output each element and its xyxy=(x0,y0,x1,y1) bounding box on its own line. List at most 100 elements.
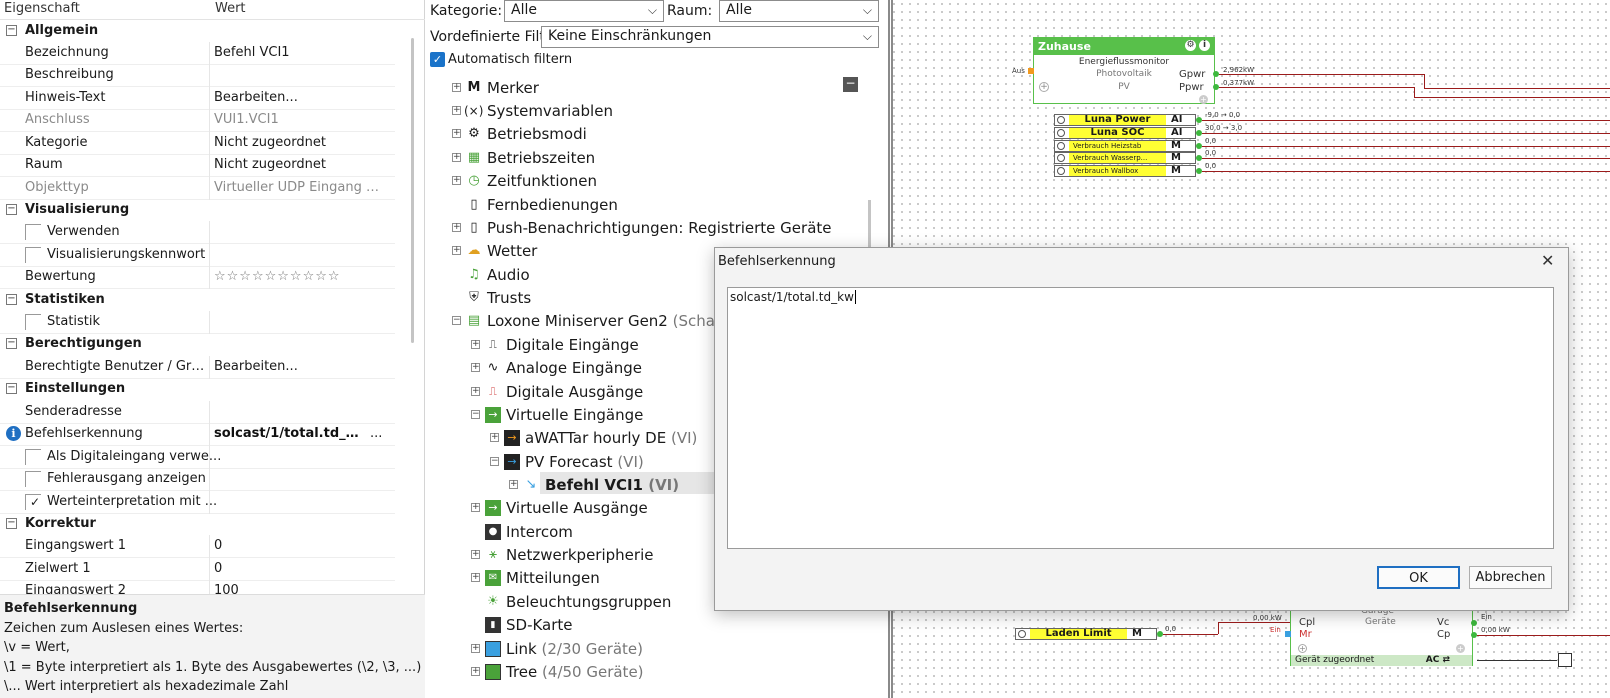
prop-row-statistik[interactable]: Statistik xyxy=(0,311,395,334)
prop-row-befehlserkennung[interactable]: i Befehlserkennung solcast/1/total.td_kw… xyxy=(0,423,395,446)
expand-icon[interactable]: + xyxy=(471,387,480,396)
property-scrollbar[interactable] xyxy=(411,38,414,343)
add-input-icon[interactable]: + xyxy=(1298,644,1307,653)
prop-value[interactable]: Bearbeiten... xyxy=(214,90,384,105)
expand-icon[interactable]: + xyxy=(471,550,480,559)
verwenden-checkbox[interactable] xyxy=(25,224,41,240)
rating-stars[interactable]: ☆☆☆☆☆☆☆☆☆☆ xyxy=(214,269,384,284)
expand-icon[interactable]: + xyxy=(471,667,480,676)
prop-row-hinweis[interactable]: Hinweis-Text Bearbeiten... xyxy=(0,87,395,110)
settings-icon[interactable]: ⚙ xyxy=(1185,40,1196,51)
fehlerausgang-checkbox[interactable] xyxy=(25,471,41,487)
expand-icon[interactable]: + xyxy=(452,153,461,162)
info-icon[interactable]: i xyxy=(1199,40,1210,51)
ok-button[interactable]: OK xyxy=(1377,566,1460,589)
raum-select[interactable]: Alle ⌵ xyxy=(719,0,879,22)
prop-row-verwenden[interactable]: Verwenden xyxy=(0,221,395,244)
kategorie-select[interactable]: Alle ⌵ xyxy=(504,0,664,22)
expand-icon[interactable]: + xyxy=(452,129,461,138)
expand-icon[interactable]: + xyxy=(471,503,480,512)
input-value: 0,0 xyxy=(1205,137,1217,145)
prop-value[interactable]: Befehl VCI1 xyxy=(214,45,384,60)
statistik-checkbox[interactable] xyxy=(25,314,41,330)
prop-value[interactable]: 0 xyxy=(214,538,384,553)
prop-row-benutzer[interactable]: Berechtigte Benutzer / Grup... Bearbeite… xyxy=(0,356,395,379)
prop-row-digitaleingang[interactable]: Als Digitaleingang verwe... xyxy=(0,446,395,469)
auto-filter-checkbox[interactable]: ✓ xyxy=(430,52,445,67)
expand-icon[interactable]: + xyxy=(452,176,461,185)
expand-icon[interactable]: + xyxy=(452,246,461,255)
expand-icon[interactable]: + xyxy=(452,223,461,232)
collapse-icon[interactable]: − xyxy=(452,316,461,325)
expand-icon[interactable]: + xyxy=(471,363,480,372)
collapse-all-button[interactable]: − xyxy=(843,77,858,92)
prop-row-werteinterpretation[interactable]: ✓ Werteinterpretation mit ... xyxy=(0,491,395,514)
category-allgemein[interactable]: − Allgemein xyxy=(0,20,395,43)
expand-icon[interactable]: + xyxy=(471,644,480,653)
collapse-icon[interactable]: − xyxy=(6,338,17,349)
input-verbrauch-wasserpumpe[interactable]: Verbrauch Wasserp... M xyxy=(1054,152,1196,164)
input-laden-limit[interactable]: Laden Limit M xyxy=(1015,628,1157,640)
input-label: Ein xyxy=(1270,626,1281,634)
input-connector[interactable] xyxy=(1285,631,1291,637)
add-output-icon[interactable]: + xyxy=(1456,644,1465,653)
category-berechtigungen[interactable]: − Berechtigungen xyxy=(0,333,395,356)
add-input-icon[interactable]: + xyxy=(1039,82,1049,92)
output-connector[interactable] xyxy=(1471,620,1477,626)
prop-value[interactable]: Bearbeiten... xyxy=(214,359,384,374)
add-output-icon[interactable]: + xyxy=(1199,95,1208,104)
visukennwort-checkbox[interactable] xyxy=(25,247,41,263)
expand-icon[interactable]: + xyxy=(452,83,461,92)
werteinterpretation-checkbox[interactable]: ✓ xyxy=(25,494,41,510)
expand-icon[interactable]: + xyxy=(471,340,480,349)
digitaleingang-checkbox[interactable] xyxy=(25,449,41,465)
expand-icon[interactable]: + xyxy=(452,106,461,115)
collapse-icon[interactable]: − xyxy=(490,457,499,466)
category-korrektur[interactable]: − Korrektur xyxy=(0,513,395,536)
prop-row-fehlerausgang[interactable]: Fehlerausgang anzeigen xyxy=(0,468,395,491)
edit-ellipsis-button[interactable]: ... xyxy=(370,426,382,441)
tree-bus-icon xyxy=(485,664,501,680)
prop-row-eingangswert1[interactable]: Eingangswert 1 0 xyxy=(0,535,395,558)
input-luna-soc[interactable]: Luna SOC AI xyxy=(1054,127,1196,139)
connector-block[interactable] xyxy=(1558,653,1572,667)
prop-value[interactable]: 0 xyxy=(214,561,384,576)
prop-row-zielwert1[interactable]: Zielwert 1 0 xyxy=(0,558,395,581)
command-textarea[interactable]: solcast/1/total.td_kw xyxy=(727,287,1554,549)
category-visualisierung[interactable]: − Visualisierung xyxy=(0,199,395,222)
collapse-icon[interactable]: − xyxy=(471,410,480,419)
collapse-icon[interactable]: − xyxy=(6,518,17,529)
close-icon[interactable]: ✕ xyxy=(1541,251,1554,270)
prop-row-senderadresse[interactable]: Senderadresse xyxy=(0,401,395,424)
input-connector[interactable] xyxy=(1028,68,1034,74)
chevron-down-icon: ⌵ xyxy=(862,29,872,43)
input-luna-power[interactable]: Luna Power AI xyxy=(1054,114,1196,126)
vordefiniert-select[interactable]: Keine Einschränkungen ⌵ xyxy=(541,26,879,48)
prop-value[interactable]: Nicht zugeordnet xyxy=(214,135,384,150)
prop-row-bewertung[interactable]: Bewertung ☆☆☆☆☆☆☆☆☆☆ xyxy=(0,266,395,289)
input-verbrauch-wallbox[interactable]: Verbrauch Wallbox M xyxy=(1054,165,1196,177)
garage-block[interactable]: Garage Geräte Cpl Mr Vc Cp + + Gerät zug… xyxy=(1290,606,1473,666)
prop-row-kategorie[interactable]: Kategorie Nicht zugeordnet xyxy=(0,132,395,155)
expand-icon[interactable]: + xyxy=(471,573,480,582)
collapse-icon[interactable]: − xyxy=(6,294,17,305)
prop-row-beschreibung[interactable]: Beschreibung xyxy=(0,64,395,87)
property-header: Eigenschaft Wert xyxy=(0,0,425,20)
prop-row-visukennwort[interactable]: Visualisierungskennwort xyxy=(0,244,395,267)
prop-name: Beschreibung xyxy=(25,67,114,82)
collapse-icon[interactable]: − xyxy=(6,25,17,36)
category-einstellungen[interactable]: − Einstellungen xyxy=(0,378,395,401)
category-statistiken[interactable]: − Statistiken xyxy=(0,289,395,312)
tree-label: aWATTar hourly DE xyxy=(525,429,667,447)
befehlserkennung-value[interactable]: solcast/1/total.td_kw xyxy=(214,426,364,441)
zuhause-block[interactable]: Zuhause ⚙ i Energieflussmonitor Photovol… xyxy=(1033,37,1215,104)
input-verbrauch-heizstab[interactable]: Verbrauch Heizstab M xyxy=(1054,140,1196,152)
prop-row-bezeichnung[interactable]: Bezeichnung Befehl VCI1 xyxy=(0,42,395,65)
collapse-icon[interactable]: − xyxy=(6,383,17,394)
expand-icon[interactable]: + xyxy=(509,480,518,489)
cancel-button[interactable]: Abbrechen xyxy=(1469,566,1552,589)
prop-value[interactable]: Nicht zugeordnet xyxy=(214,157,384,172)
collapse-icon[interactable]: − xyxy=(6,204,17,215)
expand-icon[interactable]: + xyxy=(490,433,499,442)
prop-row-raum[interactable]: Raum Nicht zugeordnet xyxy=(0,154,395,177)
